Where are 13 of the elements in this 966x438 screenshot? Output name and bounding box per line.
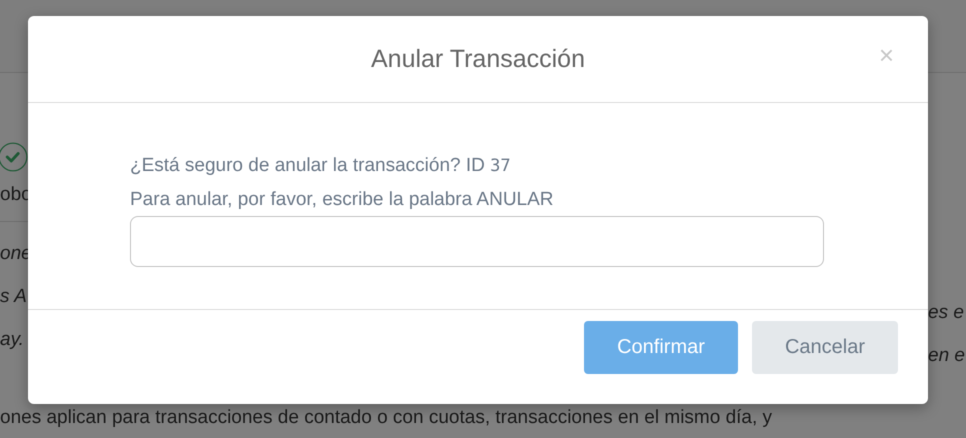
- body-text: ones aplican para transacciones de contado o con cuotas, transacciones en el mismo día, y: [0, 407, 774, 429]
- body-text: es e: [928, 301, 964, 325]
- cancel-button[interactable]: Cancelar: [752, 321, 898, 374]
- body-text: en e: [928, 344, 965, 368]
- body-text: s A: [0, 285, 28, 309]
- confirm-button[interactable]: Confirmar: [584, 321, 738, 374]
- confirmation-question: ¿Está seguro de anular la transacción? ID: [130, 155, 485, 176]
- instruction-text: Para anular, por favor, escribe la palabra ANULAR: [130, 188, 555, 212]
- body-text: ay.: [0, 328, 25, 352]
- transaction-id: 37: [490, 156, 511, 176]
- close-button[interactable]: ×: [874, 40, 898, 71]
- dialog-title: Anular Transacción: [370, 44, 585, 74]
- input-field[interactable]: [130, 216, 824, 267]
